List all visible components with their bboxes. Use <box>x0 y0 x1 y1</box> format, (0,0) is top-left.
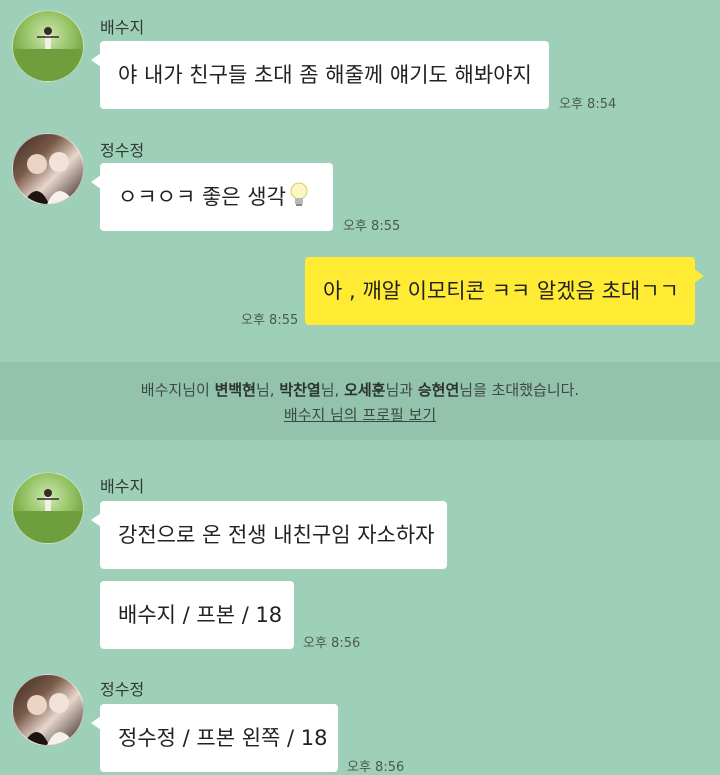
message-bubble[interactable]: 배수지 / 프본 / 18 <box>100 581 294 649</box>
message-time: 오후 8:54 <box>559 97 617 112</box>
message-text: 야 내가 친구들 초대 좀 해줄께 얘기도 해봐야지 <box>118 62 532 87</box>
profile-photo-icon <box>13 27 83 81</box>
invitee-name: 박찬열 <box>279 381 321 399</box>
invitee-name: 변백현 <box>214 381 256 399</box>
invite-notice: 배수지님이 변백현님, 박찬열님, 오세훈님과 승현연님을 초대했습니다. <box>140 381 580 399</box>
sender-name: 정수정 <box>100 141 145 160</box>
avatar-jungsujung[interactable] <box>12 133 84 205</box>
sender-name: 정수정 <box>100 680 145 699</box>
sender-name: 배수지 <box>100 18 145 37</box>
message-text: 정수정 / 프본 왼쪽 / 18 <box>118 725 328 750</box>
inviter-name: 배수지 <box>140 381 183 399</box>
message-text: 아 , 깨알 이모티콘 ㅋㅋ 알겠음 초대ㄱㄱ <box>323 278 679 303</box>
message-bubble[interactable]: 강전으로 온 전생 내친구임 자소하자 <box>91 501 447 569</box>
avatar-jungsujung[interactable] <box>12 674 84 746</box>
lightbulb-icon <box>290 182 308 212</box>
profile-photo-icon <box>23 152 75 204</box>
message-time: 오후 8:56 <box>303 636 361 651</box>
avatar-baesuzy[interactable] <box>12 472 84 544</box>
message-time: 오후 8:55 <box>241 313 299 328</box>
profile-link[interactable]: 배수지 님의 프로필 보기 <box>284 406 436 424</box>
profile-photo-icon <box>23 693 75 745</box>
message-time: 오후 8:56 <box>347 760 405 775</box>
message-time: 오후 8:55 <box>343 219 401 234</box>
message-text: ㅇㅋㅇㅋ 좋은 생각 <box>118 184 286 209</box>
system-notice <box>0 362 720 440</box>
outgoing-message-bubble[interactable]: 아 , 깨알 이모티콘 ㅋㅋ 알겠음 초대ㄱㄱ <box>305 257 704 325</box>
message-text: 배수지 / 프본 / 18 <box>118 602 283 627</box>
profile-photo-icon <box>13 489 83 543</box>
avatar-baesuzy[interactable] <box>12 10 84 82</box>
sender-name: 배수지 <box>100 477 145 496</box>
message-bubble[interactable]: 정수정 / 프본 왼쪽 / 18 <box>91 704 338 772</box>
message-bubble[interactable]: 야 내가 친구들 초대 좀 해줄께 얘기도 해봐야지 <box>91 41 549 109</box>
message-text: 강전으로 온 전생 내친구임 자소하자 <box>118 522 435 547</box>
message-bubble[interactable]: ㅇㅋㅇㅋ 좋은 생각 <box>91 163 333 231</box>
invitee-name: 오세훈 <box>344 381 386 399</box>
invitee-name: 승현연 <box>417 381 460 399</box>
